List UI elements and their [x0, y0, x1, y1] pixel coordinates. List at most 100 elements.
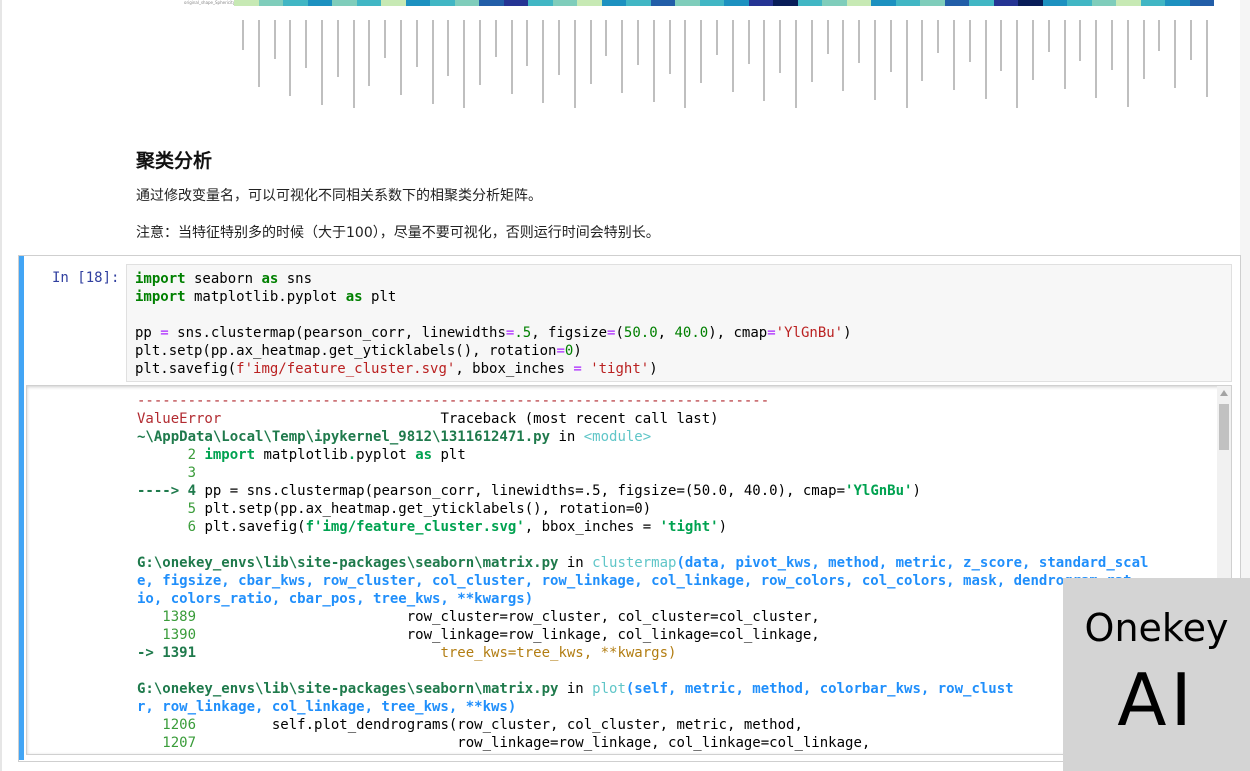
heatmap-cell: [1018, 0, 1043, 6]
axis-tick-label: [1190, 20, 1192, 60]
axis-tick-label: [826, 20, 829, 54]
traceback-args-2a: e, figsize, cbar_kws, row_cluster, col_c…: [137, 573, 1132, 589]
axis-tick-label: [842, 20, 845, 91]
scroll-thumb[interactable]: [1219, 404, 1229, 450]
axis-tick-label: [589, 20, 592, 84]
axis-tick-label: [558, 20, 560, 75]
heatmap-cell: [1091, 0, 1116, 6]
axis-tick-label: [542, 20, 545, 103]
traceback-dashes: ----------------------------------------…: [137, 393, 770, 409]
heatmap-cell: [528, 0, 553, 6]
heatmap-cell: [797, 0, 822, 6]
axis-tick-label: [400, 20, 402, 95]
axis-tick-label: [479, 20, 481, 85]
heatmap-cell: [1140, 0, 1165, 6]
axis-tick-label: [874, 20, 876, 100]
axis-tick-label: [1174, 20, 1177, 88]
traceback-args-3: r, row_linkage, col_linkage, tree_kws, *…: [137, 699, 517, 715]
heatmap-cell: [626, 0, 651, 6]
axis-tick-label: [731, 20, 734, 92]
heatmap-cell: [993, 0, 1018, 6]
axis-tick-label: [779, 20, 782, 73]
heatmap-cell: [332, 0, 357, 6]
axis-tick-label: [1079, 20, 1082, 61]
axis-tick-label: [321, 20, 323, 105]
axis-tick-label: [652, 20, 655, 102]
heatmap-cell: [356, 0, 381, 6]
heatmap-cell: [405, 0, 430, 6]
axis-tick-label: [305, 20, 308, 68]
axis-tick-label: [905, 20, 908, 108]
traceback-line-4: ----> 4 pp = sns.clustermap(pearson_corr…: [137, 483, 921, 499]
heatmap-cell: [454, 0, 479, 6]
heatmap-cell: [920, 0, 945, 6]
markdown-paragraph-2: 注意：当特征特别多的时候（大于100），尽量不要可视化，否则运行时间会特别长。: [136, 225, 660, 241]
axis-tick-label: [463, 20, 466, 108]
traceback-line-1207: 1207 row_linkage=row_linkage, col_linkag…: [137, 735, 871, 751]
axis-tick-label: [368, 20, 371, 86]
axis-tick-label: [858, 20, 861, 63]
heatmap-cell: [283, 0, 308, 6]
output-area[interactable]: ----------------------------------------…: [26, 385, 1232, 755]
axis-tick-label: [968, 20, 971, 62]
heatmap-cell: [846, 0, 871, 6]
axis-tick-label: [984, 20, 987, 99]
heatmap-axis-labels: [234, 8, 1214, 108]
section-title: 聚类分析: [136, 150, 213, 172]
heatmap-cell: [601, 0, 626, 6]
axis-tick-label: [526, 20, 529, 66]
axis-tick-label: [510, 20, 513, 94]
cell-selected-bar: [19, 256, 24, 760]
axis-tick-label: [889, 20, 892, 72]
traceback-line-6: 6 plt.savefig(f'img/feature_cluster.svg'…: [137, 519, 728, 535]
heatmap-cell: [699, 0, 724, 6]
axis-tick-label: [1095, 20, 1098, 98]
axis-tick-label: [415, 20, 418, 67]
scroll-up-arrow-icon[interactable]: [1220, 390, 1228, 396]
heatmap-cell: [1116, 0, 1141, 6]
traceback-file-2: G:\onekey_envs\lib\site-packages\seaborn…: [137, 555, 1149, 571]
heatmap-cell: [650, 0, 675, 6]
axis-tick-label: [273, 20, 276, 59]
axis-tick-label: [384, 20, 387, 58]
axis-tick-label: [810, 20, 813, 82]
heatmap-cell: [479, 0, 504, 6]
heatmap-strip: [234, 0, 1214, 6]
axis-tick-label: [795, 20, 797, 108]
axis-tick-label: [336, 20, 339, 77]
axis-tick-label: [1158, 20, 1161, 51]
code-line-4: pp = sns.clustermap(pearson_corr, linewi…: [135, 325, 852, 341]
axis-tick-label: [1063, 20, 1066, 89]
axis-tick-label: [431, 20, 434, 104]
heatmap-cell: [552, 0, 577, 6]
axis-tick-label: [716, 20, 718, 55]
axis-tick-label: [637, 20, 639, 65]
axis-tick-label: [1126, 20, 1129, 107]
cell-prompt: In [18]:: [52, 270, 120, 286]
axis-tick-label: [1205, 20, 1208, 97]
watermark-line-1: Onekey: [1084, 606, 1229, 650]
axis-tick-label: [1111, 20, 1113, 70]
traceback-args-2b: io, colors_ratio, cbar_pos, tree_kws, **…: [137, 591, 534, 607]
traceback-line-1390: 1390 row_linkage=row_linkage, col_linkag…: [137, 627, 820, 643]
axis-tick-label: [289, 20, 292, 96]
axis-tick-label: [605, 20, 608, 56]
page-left-edge: [0, 0, 2, 771]
heatmap-row-label: original_shape_Sphericity: [184, 0, 236, 5]
traceback-file-1: ~\AppData\Local\Temp\ipykernel_9812\1311…: [137, 429, 652, 445]
heatmap-cell: [675, 0, 700, 6]
axis-tick-label: [763, 20, 766, 101]
heatmap-cell: [234, 0, 259, 6]
traceback-line-1391: -> 1391 tree_kws=tree_kws, **kwargs): [137, 645, 677, 661]
heatmap-cell: [724, 0, 749, 6]
traceback-line-2: 2 import matplotlib.pyplot as plt: [137, 447, 466, 463]
heatmap-cell: [969, 0, 994, 6]
traceback-line-3: 3: [137, 465, 197, 481]
axis-tick-label: [494, 20, 497, 57]
axis-tick-label: [257, 20, 260, 87]
heatmap-cell: [503, 0, 528, 6]
axis-tick-label: [242, 20, 244, 50]
axis-tick-label: [1142, 20, 1145, 79]
heatmap-cell: [822, 0, 847, 6]
axis-tick-label: [352, 20, 355, 108]
